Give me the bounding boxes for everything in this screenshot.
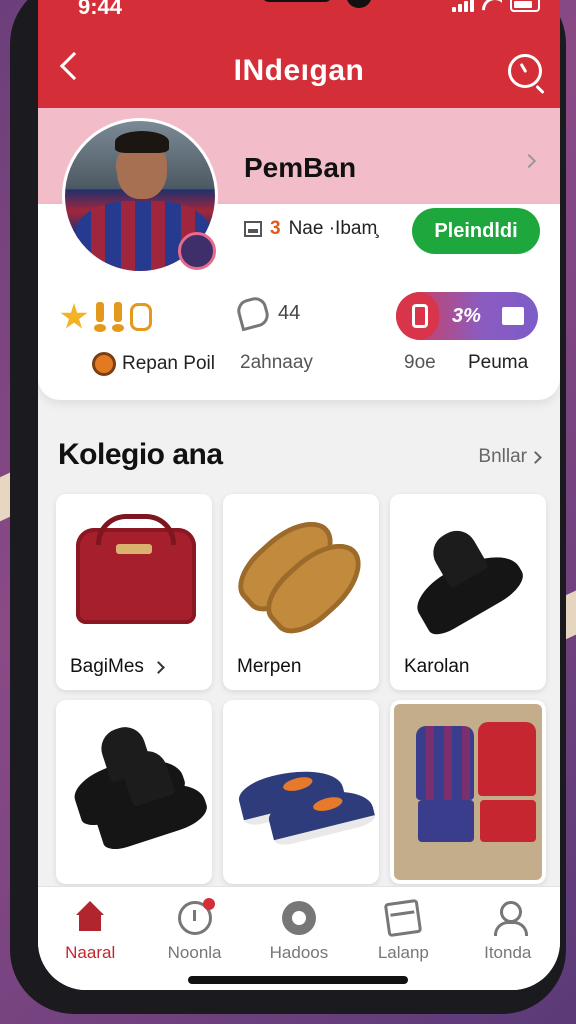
bag-icon [76,514,196,624]
summary-label: 2ahnaay [240,352,313,373]
nav-label: Noonla [167,943,222,962]
progress-pill[interactable]: 3% [396,292,538,340]
home-icon [73,901,107,935]
chat-count: 44 [278,301,301,324]
trophy-icon [112,302,124,332]
see-all-label: Bnllar [478,446,527,467]
insoles-icon [226,505,376,647]
follow-button[interactable]: Pleindldi [412,208,540,254]
product-label: Merpen [237,656,302,677]
battery-icon [510,0,540,12]
product-card[interactable]: Merpen [223,494,379,690]
nav-label: Lalanp [377,943,429,962]
trophy-icon [94,302,106,332]
nav-label: Hadoos [269,943,329,962]
product-card[interactable]: Karolan [390,494,546,690]
user-icon [491,901,528,936]
chevron-right-icon [152,660,165,674]
product-label: BagiMes [70,656,144,677]
status-icons [452,0,540,12]
rank-number: 3 [270,218,281,239]
star-icon [60,303,88,329]
rank-icon [244,221,262,237]
phone-frame: 9:44 INdeıgan PemBan 3 Nae ·Ibam̧ Pleind… [10,0,566,1014]
rank-info: 3 Nae ·Ibam̧ [244,218,377,240]
page-title: INdeıgan [233,54,365,87]
home-indicator [188,976,408,984]
kits-icon [394,704,542,880]
chat-stat[interactable]: 44 [234,294,301,332]
progress-label: 3% [452,305,481,327]
see-all-link[interactable]: Bnllar [478,446,542,468]
product-label: Karolan [404,656,470,677]
search-button[interactable] [508,54,542,88]
product-card[interactable] [56,700,212,884]
product-card[interactable] [390,700,546,884]
fox-icon [92,352,116,376]
box-icon [384,898,423,938]
bottom-nav: Naaral Noonla Hadoos Lalanp Itonda [38,886,560,990]
rank-text: Nae ·Ibam̧ [288,218,378,239]
pool-label: Repan Poil [92,352,215,376]
speaker-notch [262,0,332,2]
ball-icon [281,901,316,935]
folder-icon [502,307,524,325]
achievements[interactable] [60,302,152,332]
app-screen: 9:44 INdeıgan PemBan 3 Nae ·Ibam̧ Pleind… [38,0,560,990]
nav-label: Itonda [484,943,532,962]
product-card[interactable] [223,700,379,884]
camera-icon [346,0,372,8]
lock-icon [412,304,428,328]
section-title: Kolegio ana [58,438,223,471]
signal-icon [452,0,474,12]
profile-name[interactable]: PemBan [244,152,356,184]
status-time: 9:44 [78,0,123,19]
wifi-icon [482,0,502,11]
chevron-right-icon [529,450,542,464]
score-label: 9oe [404,352,436,373]
team-badge-icon [178,232,216,270]
pool-text: Repan Poil [122,353,215,374]
medal-icon [130,303,152,331]
nav-profile[interactable]: Itonda [460,901,556,990]
chat-bubble-icon [234,294,272,332]
nav-home[interactable]: Naaral [42,901,138,990]
product-card[interactable]: BagiMes [56,494,212,690]
clock-icon [177,898,215,935]
points-label: Peuma [468,352,529,373]
app-header: 9:44 INdeıgan [38,0,560,108]
nav-label: Naaral [65,943,116,962]
